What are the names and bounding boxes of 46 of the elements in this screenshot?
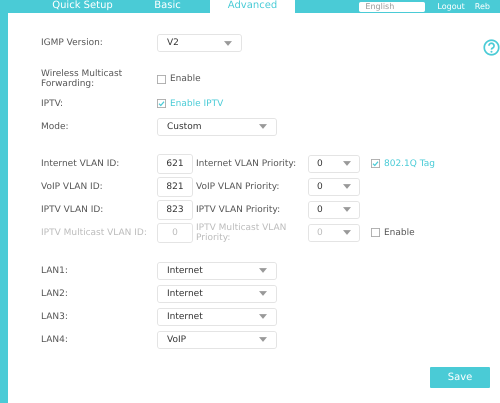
field-label: Wireless Multicast Forwarding: — [41, 69, 124, 89]
priority-dropdown[interactable]: 0 — [308, 154, 360, 172]
vlan-id-field[interactable]: 621 — [157, 154, 193, 174]
caret-icon — [343, 230, 351, 235]
field-label: IPTV Multicast VLAN ID: — [41, 228, 148, 238]
lan-dropdown[interactable]: Internet — [157, 308, 277, 326]
help-icon[interactable] — [483, 39, 500, 56]
priority-dropdown[interactable]: 0 — [308, 200, 360, 218]
field-label: IPTV VLAN Priority: — [195, 204, 282, 214]
field-label: VoIP VLAN ID: — [41, 182, 104, 192]
vlan-id-field[interactable]: 823 — [157, 200, 193, 220]
checkbox-label: Enable — [170, 74, 201, 84]
priority-dropdown[interactable]: 0 — [308, 178, 360, 196]
field-label: Internet VLAN ID: — [41, 158, 120, 168]
checkbox[interactable] — [157, 74, 166, 84]
caret-icon — [259, 337, 267, 342]
field-label: LAN2: — [41, 288, 69, 298]
caret-icon — [224, 40, 232, 46]
field-label: LAN1: — [41, 266, 69, 276]
caret-icon — [259, 268, 267, 273]
checkbox-label: Enable — [384, 228, 415, 238]
caret-icon — [259, 124, 267, 129]
lan-dropdown[interactable]: Internet — [157, 262, 277, 280]
field-label: IPTV VLAN ID: — [41, 204, 104, 214]
mode-dropdown[interactable]: Custom — [157, 118, 277, 136]
caret-icon — [343, 207, 351, 212]
caret-icon — [259, 291, 267, 296]
caret-icon — [259, 314, 267, 319]
vlan-id-field[interactable]: 821 — [157, 176, 193, 196]
checkbox-label: Enable IPTV — [170, 98, 224, 108]
field-label: VoIP VLAN Priority: — [195, 182, 280, 192]
checkbox[interactable] — [371, 159, 380, 168]
field-label: Mode: — [41, 122, 70, 132]
field-label: IGMP Version: — [41, 38, 104, 48]
igmp-version-dropdown[interactable]: V2 — [157, 34, 242, 52]
field-label: LAN4: — [41, 334, 69, 344]
checkbox[interactable] — [157, 99, 166, 108]
field-label: IPTV: — [41, 98, 64, 108]
checkbox-label: 802.1Q Tag — [384, 158, 435, 168]
caret-icon — [343, 184, 351, 189]
lan-dropdown[interactable]: Internet — [157, 284, 277, 302]
lan-dropdown[interactable]: VoIP — [157, 330, 277, 348]
field-label: Internet VLAN Priority: — [195, 158, 298, 168]
field-label: LAN3: — [41, 312, 69, 322]
caret-icon — [343, 161, 351, 166]
field-label: IPTV Multicast VLAN Priority: — [195, 222, 288, 242]
